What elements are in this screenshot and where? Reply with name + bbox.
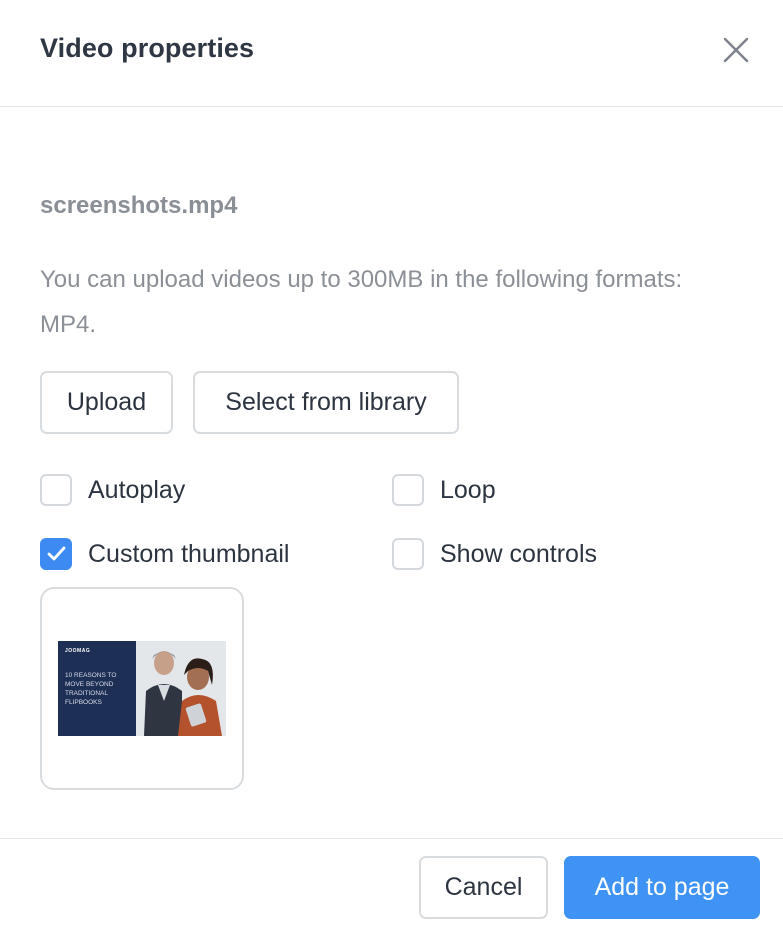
video-properties-dialog: Video properties screenshots.mp4 You can… <box>0 0 783 934</box>
checkbox-box[interactable] <box>40 474 72 506</box>
checkmark-icon <box>47 546 66 561</box>
checkbox-box[interactable] <box>392 474 424 506</box>
show-controls-label: Show controls <box>440 539 598 568</box>
loop-checkbox[interactable]: Loop <box>392 474 496 506</box>
thumbnail-headline: 10 REASONS TO MOVE BEYOND TRADITIONAL FL… <box>65 672 117 706</box>
autoplay-label: Autoplay <box>88 475 186 504</box>
close-button[interactable] <box>716 30 756 70</box>
select-from-library-button[interactable]: Select from library <box>193 371 459 434</box>
custom-thumbnail-label: Custom thumbnail <box>88 539 290 568</box>
loop-label: Loop <box>440 475 496 504</box>
people-photo-illustration <box>136 641 226 736</box>
upload-help-text: You can upload videos up to 300MB in the… <box>40 266 683 338</box>
checkbox-box[interactable] <box>392 538 424 570</box>
thumbnail-photo <box>136 641 226 736</box>
thumbnail-cover-panel: JOOMAG 10 REASONS TO MOVE BEYOND TRADITI… <box>58 641 136 736</box>
checkbox-box-checked[interactable] <box>40 538 72 570</box>
custom-thumbnail-checkbox[interactable]: Custom thumbnail <box>40 538 289 570</box>
video-filename: screenshots.mp4 <box>40 192 238 219</box>
close-icon <box>723 37 749 63</box>
thumbnail-brand-logo: JOOMAG <box>65 648 91 654</box>
thumbnail-image: JOOMAG 10 REASONS TO MOVE BEYOND TRADITI… <box>58 641 226 736</box>
autoplay-checkbox[interactable]: Autoplay <box>40 474 185 506</box>
thumbnail-preview-card[interactable]: JOOMAG 10 REASONS TO MOVE BEYOND TRADITI… <box>40 587 244 790</box>
dialog-header: Video properties <box>0 0 783 107</box>
upload-button[interactable]: Upload <box>40 371 173 434</box>
add-to-page-button[interactable]: Add to page <box>564 856 760 919</box>
show-controls-checkbox[interactable]: Show controls <box>392 538 597 570</box>
cancel-button[interactable]: Cancel <box>419 856 548 919</box>
dialog-title: Video properties <box>40 33 255 63</box>
